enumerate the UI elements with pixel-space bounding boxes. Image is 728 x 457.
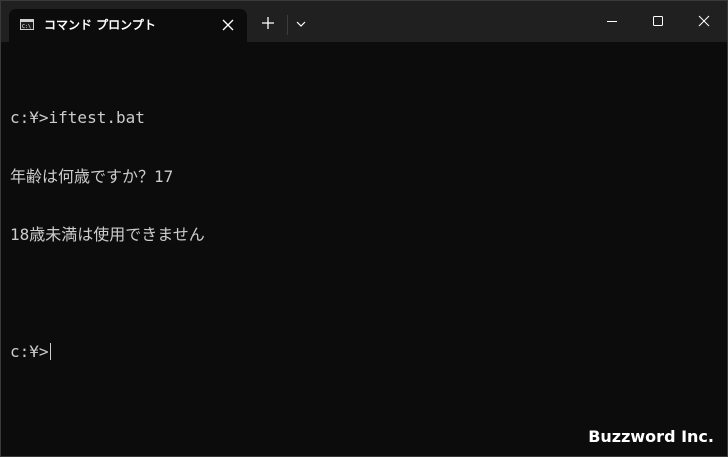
- minimize-icon: [607, 21, 617, 22]
- terminal-window: C:\ コマンド プロンプト c:¥>iftest.bat 年齢は何歳ですか？1…: [0, 0, 728, 457]
- command-prompt-icon: C:\: [20, 19, 34, 30]
- terminal-lines: c:¥>iftest.bat 年齢は何歳ですか？17 18歳未満は使用できません…: [10, 69, 205, 401]
- minimize-button[interactable]: [589, 1, 635, 42]
- maximize-button[interactable]: [635, 1, 681, 42]
- tab-divider: [287, 15, 288, 35]
- terminal-prompt-line: c:¥>: [10, 342, 205, 362]
- terminal-line: 18歳未満は使用できません: [10, 225, 205, 244]
- tab-command-prompt[interactable]: C:\ コマンド プロンプト: [9, 9, 247, 42]
- text-cursor: [49, 343, 51, 360]
- terminal-prompt: c:¥>: [10, 342, 49, 361]
- maximize-icon: [653, 16, 663, 26]
- tab-title: コマンド プロンプト: [44, 18, 156, 32]
- watermark: Buzzword Inc.: [588, 427, 714, 446]
- terminal-output[interactable]: c:¥>iftest.bat 年齢は何歳ですか？17 18歳未満は使用できません…: [1, 42, 727, 456]
- svg-text:C:\: C:\: [22, 24, 31, 30]
- close-window-button[interactable]: [681, 1, 727, 42]
- terminal-line: 年齢は何歳ですか？17: [10, 166, 174, 186]
- close-icon: [698, 15, 710, 27]
- chevron-down-icon[interactable]: [295, 19, 307, 29]
- plus-icon[interactable]: [261, 16, 275, 30]
- terminal-line: c:¥>iftest.bat: [10, 108, 145, 127]
- title-bar[interactable]: C:\ コマンド プロンプト: [1, 1, 727, 42]
- close-icon[interactable]: [221, 18, 235, 32]
